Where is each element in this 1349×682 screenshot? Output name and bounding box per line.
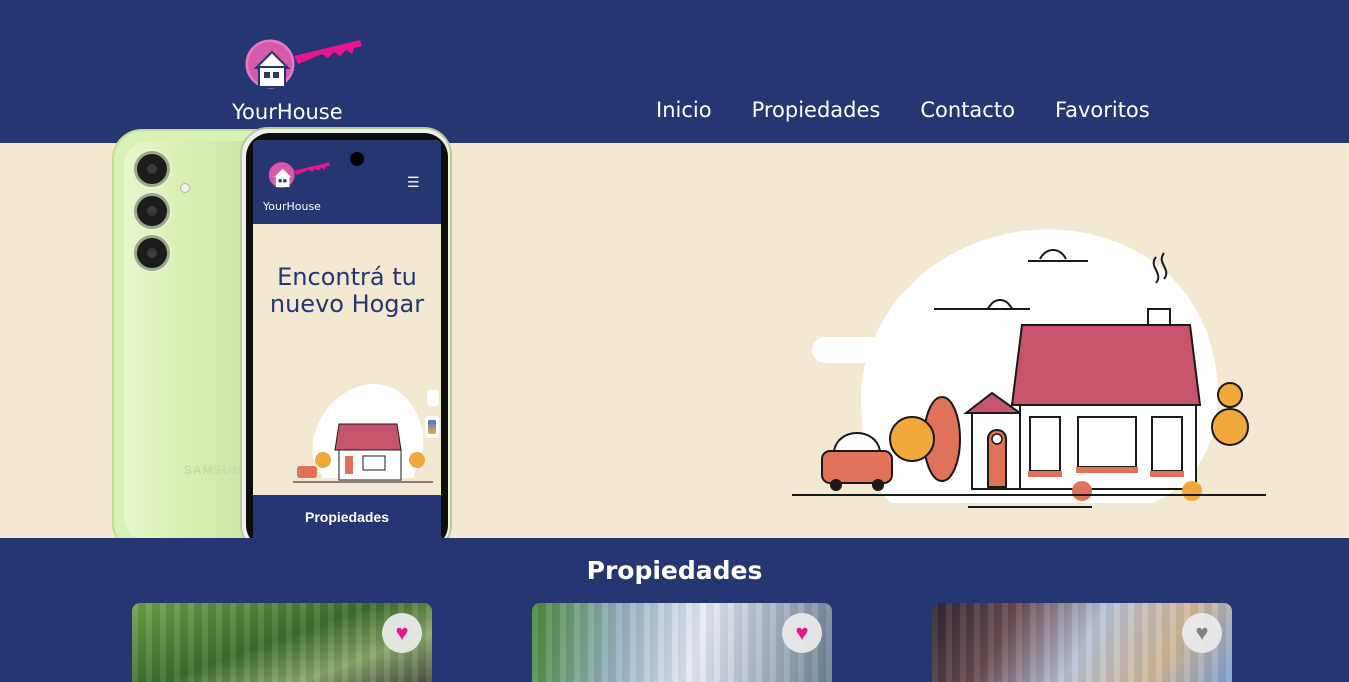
hamburger-menu-icon[interactable]: ☰ [407, 174, 420, 191]
camera-lens-icon [134, 193, 170, 229]
main-nav: Inicio Propiedades Contacto Favoritos [656, 98, 1150, 122]
favorite-heart-icon[interactable]: ♥ [782, 613, 822, 653]
nav-favoritos[interactable]: Favoritos [1055, 98, 1150, 122]
floating-widget-icon[interactable] [425, 416, 439, 438]
favorite-heart-icon[interactable]: ♥ [382, 613, 422, 653]
properties-title: Propiedades [586, 556, 763, 585]
mobile-hero-title: Encontrá tu nuevo Hogar [269, 263, 425, 318]
phone-front: YourHouse ☰ Encontrá tu nuevo Hogar Prop… [240, 127, 452, 553]
favorite-heart-icon[interactable]: ♥ [1182, 613, 1222, 653]
floating-widget-icon[interactable] [427, 390, 439, 406]
camera-flash-icon [180, 183, 190, 193]
property-card[interactable]: ♥ [132, 603, 432, 682]
property-card[interactable]: ♥ [932, 603, 1232, 682]
phone-screen: YourHouse ☰ Encontrá tu nuevo Hogar Prop… [253, 140, 441, 542]
site-header: YourHouse Inicio Propiedades Contacto Fa… [0, 0, 1349, 143]
brand-name: YourHouse [232, 100, 343, 124]
nav-inicio[interactable]: Inicio [656, 98, 712, 122]
mobile-properties-title: Propiedades [304, 509, 390, 525]
phone-mockup: SAMSUNG YourHouse ☰ Encontrá tu nuevo Ho… [112, 127, 454, 555]
brand[interactable]: YourHouse [226, 34, 366, 126]
house-key-logo-icon [267, 160, 330, 190]
properties-section: Propiedades ♥ ♥ ♥ [0, 538, 1349, 682]
phone-bezel: YourHouse ☰ Encontrá tu nuevo Hogar Prop… [246, 133, 448, 549]
house-key-logo-icon [242, 36, 362, 92]
mobile-brand-name: YourHouse [263, 200, 321, 213]
mobile-header: YourHouse ☰ [253, 140, 441, 224]
mobile-properties-section: Propiedades [253, 495, 441, 542]
property-card[interactable]: ♥ [532, 603, 832, 682]
front-camera-icon [350, 152, 364, 166]
house-illustration [792, 229, 1266, 508]
camera-lens-icon [134, 235, 170, 271]
nav-contacto[interactable]: Contacto [920, 98, 1015, 122]
camera-lens-icon [134, 151, 170, 187]
nav-propiedades[interactable]: Propiedades [752, 98, 881, 122]
mobile-house-illustration [293, 384, 433, 483]
